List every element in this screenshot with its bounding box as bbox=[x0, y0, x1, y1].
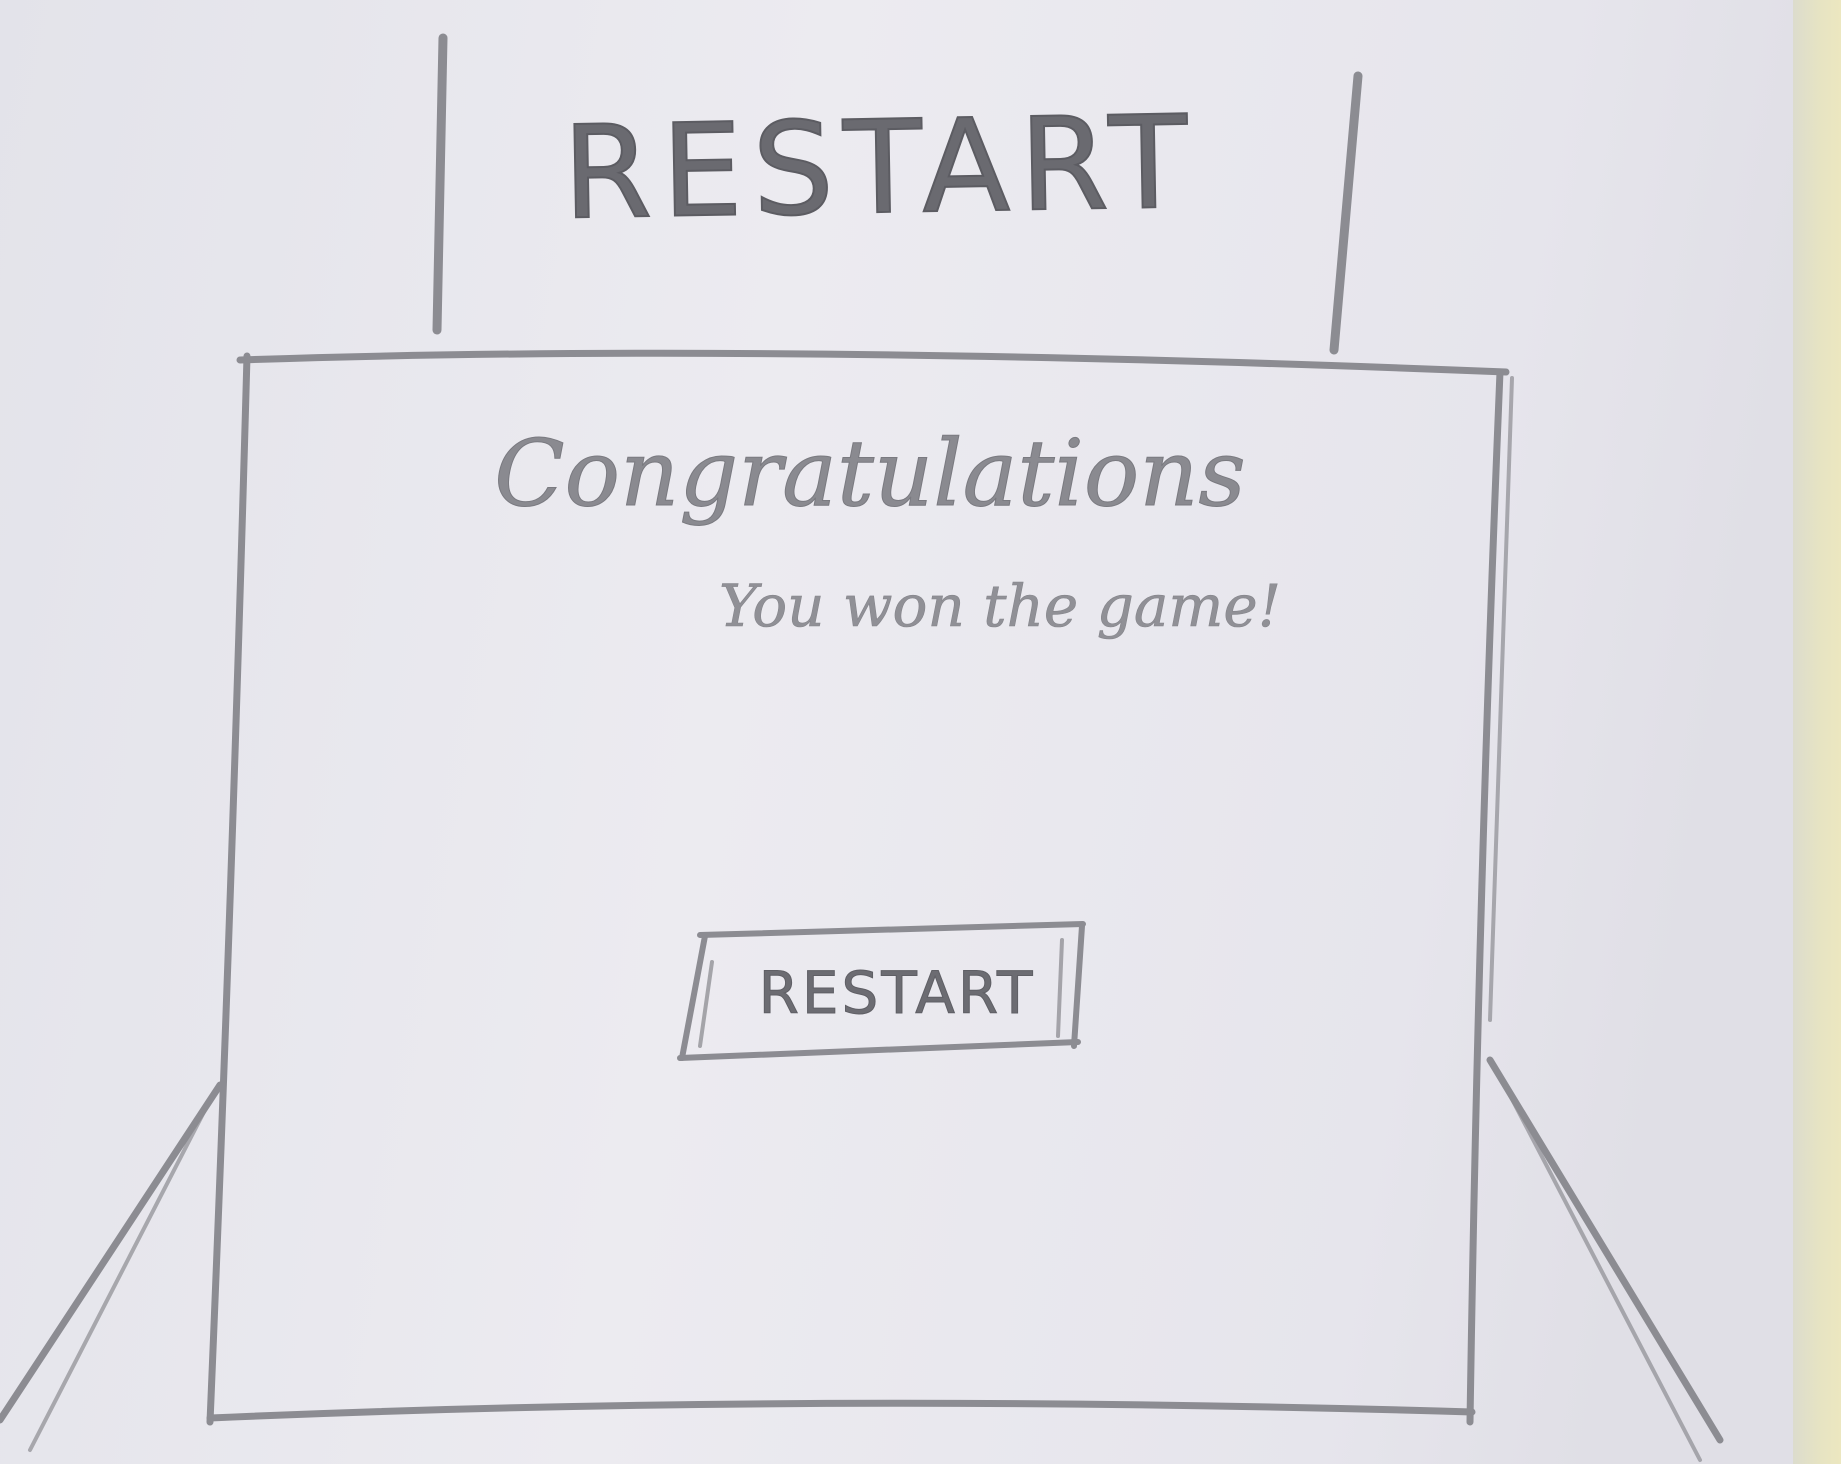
header-restart-label[interactable]: RESTART bbox=[499, 81, 1262, 254]
congratulations-title: Congratulations bbox=[494, 420, 1247, 528]
header-frame-left bbox=[432, 33, 448, 335]
header-frame-right bbox=[1329, 71, 1363, 355]
game-over-dialog: Congratulations You won the game! RESTAR… bbox=[230, 362, 1490, 1412]
win-message: You won the game! bbox=[718, 572, 1282, 641]
stand-right bbox=[1486, 1056, 1724, 1444]
restart-button[interactable]: RESTART bbox=[702, 934, 1092, 1052]
stand-left bbox=[0, 1081, 224, 1424]
